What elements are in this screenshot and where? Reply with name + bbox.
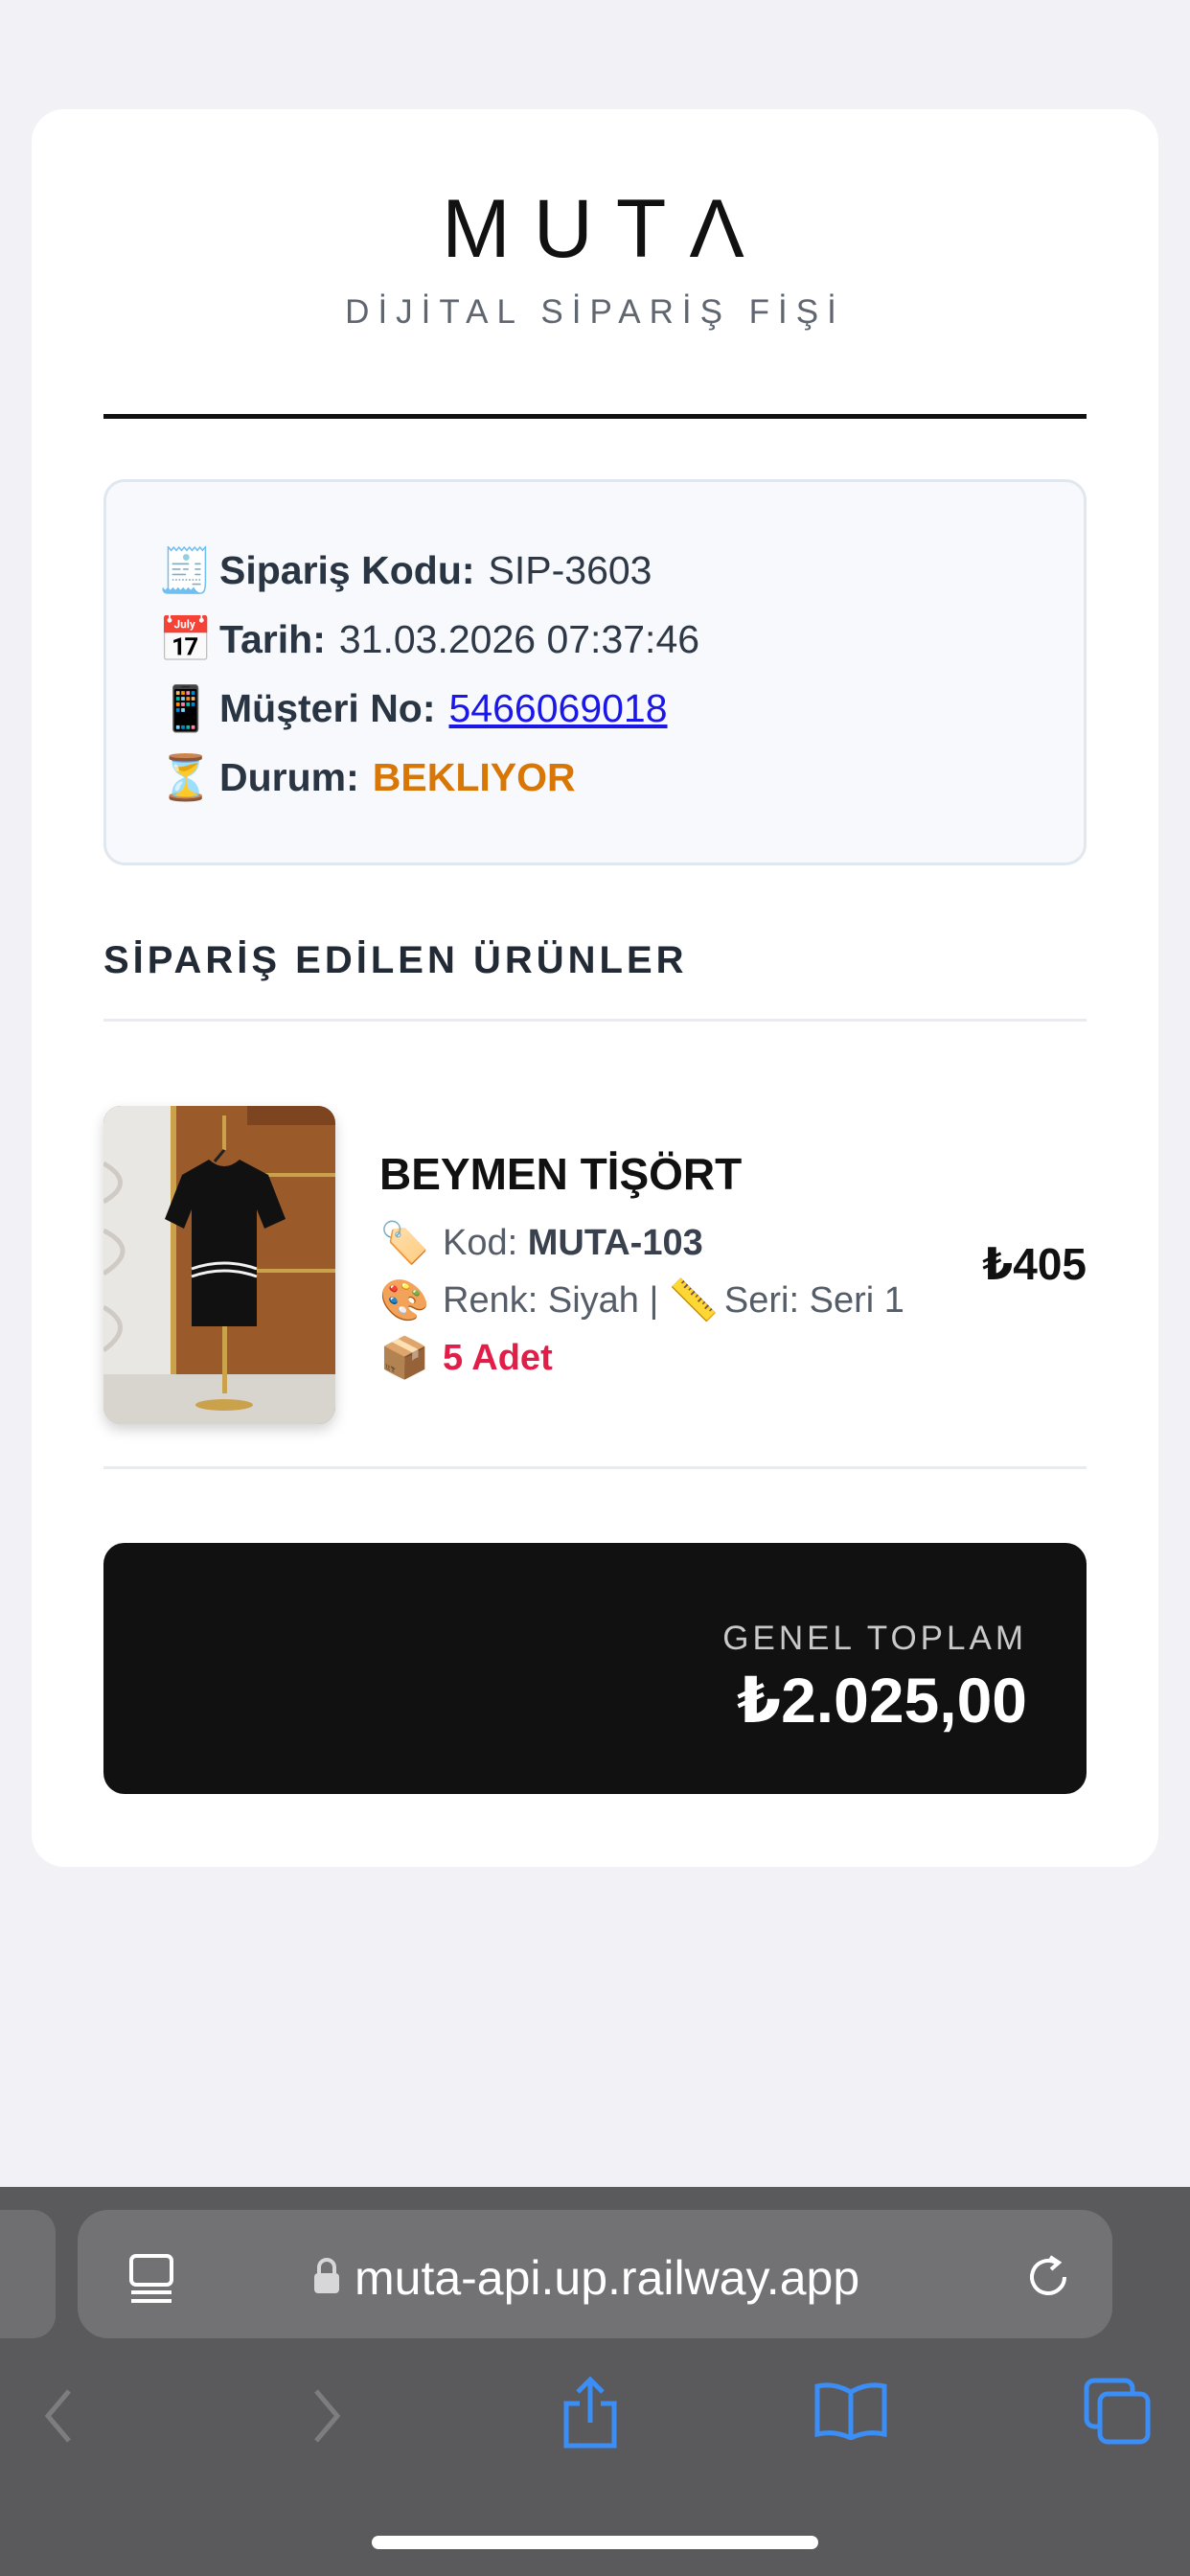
calendar-icon: 📅 (158, 613, 214, 664)
bookmarks-icon[interactable] (812, 2377, 889, 2444)
product-quantity: 5 Adet (443, 1338, 553, 1378)
url-text[interactable]: muta-api.up.railway.app (355, 2250, 859, 2306)
product-name: BEYMEN TİŞÖRT (379, 1149, 743, 1199)
page: MUTΛ DİJİTAL SİPARİŞ FİŞİ 🧾 Sipariş Kodu… (0, 0, 1190, 2576)
product-price: ₺405 (982, 1239, 1087, 1289)
series-value: Seri 1 (809, 1280, 904, 1321)
items-top-divider (103, 1019, 1087, 1022)
date-row: 📅 Tarih: 31.03.2026 07:37:46 (158, 610, 699, 668)
header-divider (103, 414, 1087, 419)
customer-phone-link[interactable]: 5466069018 (449, 686, 668, 731)
product-image (103, 1106, 335, 1424)
color-value: Siyah (547, 1280, 639, 1321)
items-bottom-divider (103, 1466, 1087, 1469)
mobile-phone-icon: 📱 (158, 682, 214, 733)
product-code-label: Kod: (443, 1223, 518, 1263)
items-section-title: SİPARİŞ EDİLEN ÜRÜNLER (103, 939, 688, 981)
status-badge: BEKLIYOR (372, 754, 576, 799)
order-info-box: 🧾 Sipariş Kodu: SIP-3603 📅 Tarih: 31.03.… (103, 479, 1087, 865)
receipt-subtitle: DİJİTAL SİPARİŞ FİŞİ (345, 293, 845, 331)
customer-row: 📱 Müşteri No: 5466069018 (158, 679, 668, 737)
palette-icon: 🎨 (379, 1277, 430, 1322)
hourglass-icon: ⏳ (158, 751, 214, 802)
customer-label: Müşteri No: (219, 685, 436, 730)
date-value: 31.03.2026 07:37:46 (338, 616, 700, 661)
product-code-value: MUTA-103 (527, 1223, 703, 1263)
brand-logo: MUTΛ (442, 183, 767, 275)
order-code-value: SIP-3603 (488, 547, 652, 592)
order-code-label: Sipariş Kodu: (219, 547, 475, 592)
product-variant-line: 🎨 Renk: Siyah | 📏 Seri: Seri 1 (379, 1277, 904, 1324)
previous-tab-preview[interactable] (0, 2210, 56, 2338)
tag-icon: 🏷️ (379, 1220, 430, 1265)
grand-total-label: GENEL TOPLAM (722, 1620, 1027, 1657)
receipt-icon: 🧾 (158, 544, 214, 595)
status-label: Durum: (219, 754, 359, 799)
order-code-row: 🧾 Sipariş Kodu: SIP-3603 (158, 541, 652, 599)
product-quantity-line: 📦 5 Adet (379, 1335, 553, 1382)
back-icon[interactable] (34, 2384, 82, 2448)
share-icon[interactable] (556, 2373, 625, 2453)
grand-total-value: ₺2.025,00 (737, 1665, 1027, 1736)
tshirt-photo (103, 1106, 335, 1424)
tabs-icon[interactable] (1079, 2373, 1156, 2450)
home-indicator (372, 2536, 818, 2549)
reload-icon[interactable] (1019, 2248, 1077, 2306)
status-row: ⏳ Durum: BEKLIYOR (158, 748, 576, 806)
color-label: Renk: (443, 1280, 538, 1321)
series-label: Seri: (723, 1280, 800, 1321)
ruler-icon: 📏 (668, 1277, 720, 1322)
forward-icon[interactable] (303, 2384, 351, 2448)
product-code-line: 🏷️ Kod: MUTA-103 (379, 1220, 703, 1267)
variant-separator: | (649, 1280, 659, 1321)
grand-total-box: GENEL TOPLAM ₺2.025,00 (103, 1543, 1087, 1794)
date-label: Tarih: (219, 616, 326, 661)
reader-mode-icon[interactable] (123, 2250, 180, 2308)
package-icon: 📦 (379, 1335, 430, 1380)
lock-icon (309, 2254, 345, 2298)
